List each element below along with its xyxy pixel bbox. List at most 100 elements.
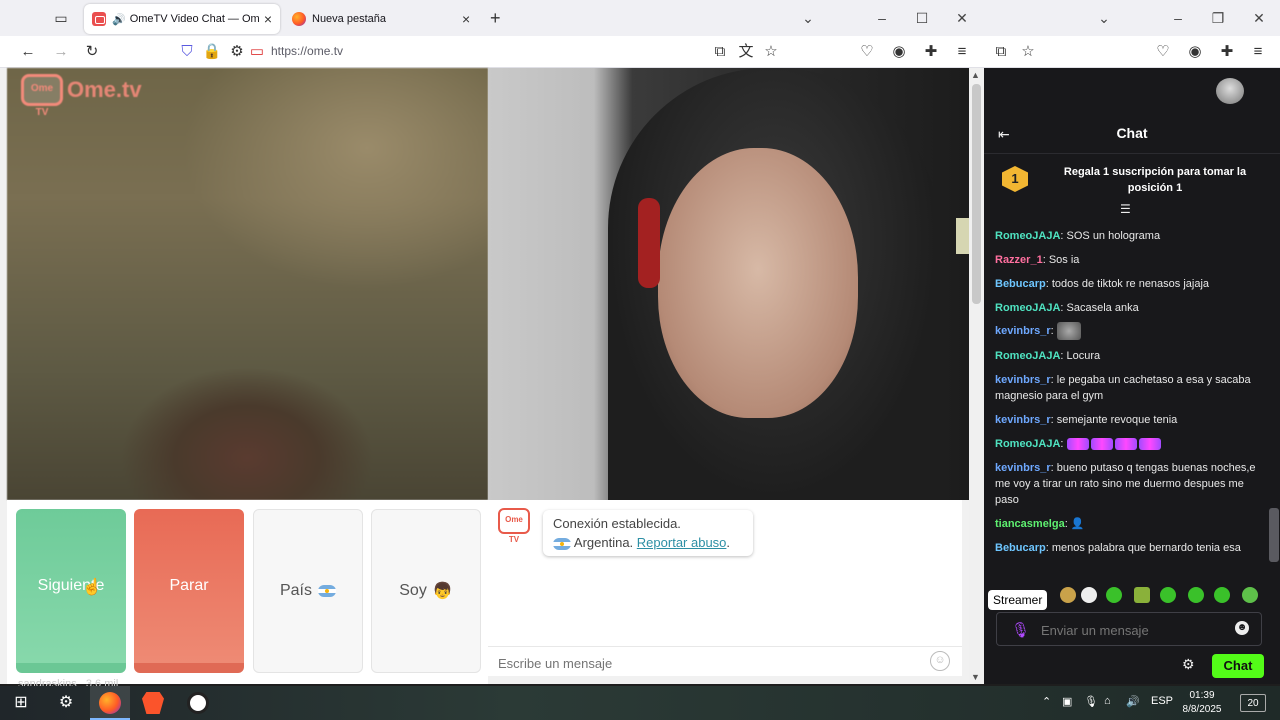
microphone-icon[interactable]: 🎙 — [1011, 621, 1030, 639]
chat-username[interactable]: kevinbrs_r — [995, 325, 1051, 337]
chat-message: Razzer_1: Sos ia — [995, 254, 1080, 266]
camera-icon[interactable]: ▭ — [246, 41, 268, 63]
close-window-icon[interactable]: ✕ — [952, 8, 972, 28]
restore-icon[interactable]: ❐ — [1208, 8, 1228, 28]
chat-username[interactable]: Bebucarp — [995, 542, 1046, 554]
ometv-logo[interactable]: Ome TV Ome.tv — [21, 74, 142, 118]
minimize-icon[interactable]: – — [1168, 8, 1188, 28]
chat-username[interactable]: RomeoJAJA — [995, 230, 1060, 242]
gear-icon[interactable]: ⚙ — [1182, 656, 1195, 673]
connection-text: Conexión establecida. — [553, 516, 681, 531]
minimize-icon[interactable]: – — [872, 8, 892, 28]
permissions-icon[interactable]: ⚙ — [226, 41, 248, 63]
chat-username[interactable]: kevinbrs_r — [995, 462, 1051, 474]
chat-username[interactable]: RomeoJAJA — [995, 350, 1060, 362]
clock[interactable]: 01:39 8/8/2025 — [1180, 689, 1224, 717]
settings-gear-icon[interactable]: ⚙ — [55, 692, 77, 714]
tab-bar-right: ⌄ – ❐ ✕ — [984, 0, 1280, 36]
scroll-down-icon[interactable]: ▼ — [971, 672, 980, 682]
tab-list-icon[interactable]: ▭ — [50, 8, 72, 28]
tab-bar: ▭ 🔊 OmeTV Video Chat — Ome × Nueva pesta… — [0, 0, 984, 36]
emote-icon[interactable] — [1060, 587, 1076, 603]
emote-icon[interactable] — [1106, 587, 1122, 603]
shield-icon[interactable]: ⛉ — [176, 41, 198, 63]
speaker-icon[interactable]: 🔊 — [112, 13, 126, 26]
picture-in-picture-icon[interactable]: ⧉ — [990, 41, 1012, 63]
chat-scrollbar[interactable] — [1268, 222, 1279, 567]
emoji-icon[interactable]: ☻ — [1235, 621, 1249, 635]
menu-icon[interactable]: ≡ — [951, 41, 973, 63]
mouse-cursor-icon: ☝ — [82, 579, 102, 596]
emote-icon[interactable] — [1188, 587, 1204, 603]
account-icon[interactable]: ◉ — [1184, 41, 1206, 63]
extensions-icon[interactable]: ✚ — [920, 41, 942, 63]
user-avatar[interactable] — [1216, 78, 1244, 104]
tab-title: OmeTV Video Chat — Ome — [129, 13, 260, 25]
tab-ometv[interactable]: 🔊 OmeTV Video Chat — Ome × — [84, 4, 280, 34]
emote-icon[interactable] — [1081, 587, 1097, 603]
chat-scroll-thumb[interactable] — [1269, 508, 1279, 562]
message-input[interactable] — [498, 653, 918, 673]
emote-icon — [1090, 438, 1113, 451]
pocket-icon[interactable]: ♡ — [1152, 41, 1174, 63]
network-icon[interactable]: ⌂ — [1104, 695, 1111, 707]
emote-icon[interactable] — [1134, 587, 1150, 603]
translate-icon[interactable]: 文 — [735, 41, 757, 63]
lock-icon[interactable]: 🔒 — [201, 41, 223, 63]
meet-icon[interactable]: ▣ — [1062, 695, 1072, 708]
language-indicator[interactable]: ESP — [1151, 695, 1173, 707]
emote-icon[interactable] — [1214, 587, 1230, 603]
ometv-page: Ome TV Ome.tv ▲ ▼ Siguiente ☝ Parar País… — [0, 68, 984, 684]
emote-icon[interactable] — [1160, 587, 1176, 603]
url-bar[interactable]: ⛉ 🔒 ⚙ ▭ https://ome.tv ⧉ 文 ☆ — [172, 39, 788, 65]
page-scrollbar[interactable]: ▲ ▼ — [969, 68, 984, 684]
iam-button[interactable]: Soy 👦 — [371, 509, 481, 673]
account-icon[interactable]: ◉ — [888, 41, 910, 63]
stop-button[interactable]: Parar — [134, 509, 244, 673]
bookmark-star-icon[interactable]: ☆ — [1017, 41, 1039, 63]
maximize-icon[interactable]: ☐ — [912, 8, 932, 28]
tab-new[interactable]: Nueva pestaña × — [284, 4, 480, 34]
report-abuse-link[interactable]: Reportar abuso — [637, 535, 727, 550]
close-tab-icon[interactable]: × — [264, 11, 272, 27]
menu-icon[interactable]: ≡ — [1247, 41, 1269, 63]
picture-in-picture-icon[interactable]: ⧉ — [709, 41, 731, 63]
send-chat-button[interactable]: Chat — [1212, 654, 1264, 678]
pinned-sub-gift[interactable]: 1 Regala 1 suscripción para tomar la pos… — [984, 154, 1280, 220]
brave-icon[interactable] — [142, 692, 164, 714]
chat-username[interactable]: kevinbrs_r — [995, 374, 1051, 386]
chat-username[interactable]: RomeoJAJA — [995, 438, 1060, 450]
scroll-thumb[interactable] — [972, 84, 981, 304]
scroll-up-icon[interactable]: ▲ — [971, 70, 980, 80]
country-button[interactable]: País — [253, 509, 363, 673]
chat-username[interactable]: RomeoJAJA — [995, 302, 1060, 314]
close-window-icon[interactable]: ✕ — [1249, 8, 1269, 28]
windows-start-icon[interactable]: ⊞ — [10, 692, 32, 714]
reload-icon[interactable]: ↻ — [81, 41, 103, 63]
close-tab-icon[interactable]: × — [462, 11, 470, 27]
chat-username[interactable]: Bebucarp — [995, 278, 1046, 290]
forward-icon[interactable]: → — [50, 41, 72, 63]
expand-icon[interactable]: ☰ — [1120, 202, 1131, 216]
chat-username[interactable]: tiancasmelga — [995, 518, 1065, 530]
notification-center-icon[interactable]: 20 — [1240, 694, 1266, 712]
chevron-down-icon[interactable]: ⌄ — [1094, 8, 1114, 28]
extensions-icon[interactable]: ✚ — [1216, 41, 1238, 63]
back-icon[interactable]: ← — [17, 41, 39, 63]
emoji-icon[interactable]: ☺ — [930, 651, 950, 671]
obs-icon[interactable] — [187, 692, 209, 714]
volume-icon[interactable]: 🔊 — [1126, 695, 1140, 708]
firefox-icon[interactable] — [99, 692, 121, 714]
bookmark-star-icon[interactable]: ☆ — [760, 41, 782, 63]
chat-username[interactable]: Razzer_1 — [995, 254, 1043, 266]
next-button[interactable]: Siguiente ☝ — [16, 509, 126, 673]
argentina-flag-icon — [553, 537, 571, 550]
emote-icon[interactable] — [1242, 587, 1258, 603]
microphone-icon[interactable]: 🎙 — [1084, 695, 1098, 708]
chat-username[interactable]: kevinbrs_r — [995, 414, 1051, 426]
chat-input[interactable] — [1041, 621, 1221, 639]
new-tab-icon[interactable]: + — [490, 8, 501, 28]
chevron-down-icon[interactable]: ⌄ — [798, 8, 818, 28]
pocket-icon[interactable]: ♡ — [856, 41, 878, 63]
chevron-up-icon[interactable]: ⌃ — [1042, 695, 1051, 708]
